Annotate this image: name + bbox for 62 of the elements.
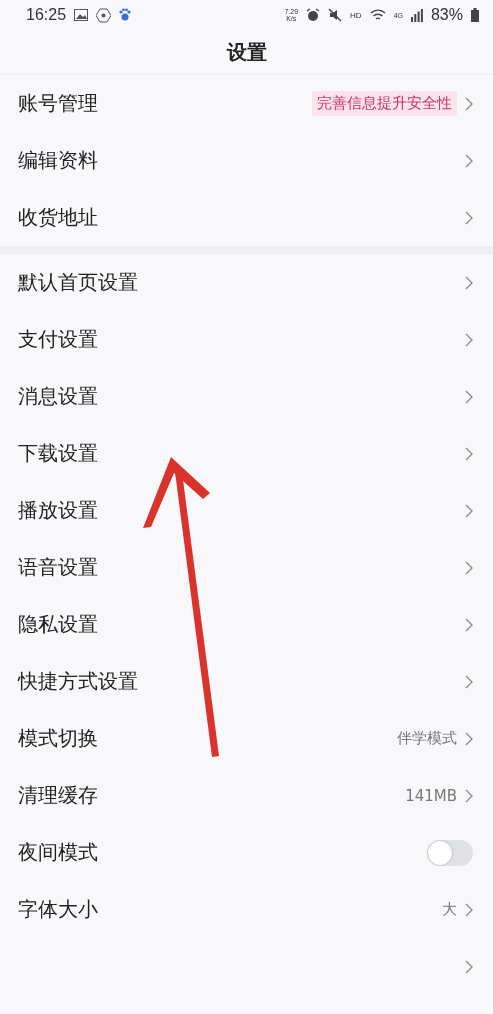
image-icon [74,9,89,21]
row-label: 清理缓存 [18,782,98,809]
settings-row[interactable]: 字体大小 大 [0,881,493,938]
row-label: 编辑资料 [18,147,98,174]
settings-row[interactable]: 收货地址 [0,189,493,246]
row-label: 快捷方式设置 [18,668,138,695]
chevron-right-icon [465,446,473,461]
settings-row[interactable]: 播放设置 [0,482,493,539]
security-hint-badge: 完善信息提升安全性 [312,91,457,116]
settings-row[interactable]: 模式切换 伴学模式 [0,710,493,767]
row-label: 语音设置 [18,554,98,581]
row-label: 默认首页设置 [18,269,138,296]
chevron-right-icon [465,332,473,347]
row-label: 账号管理 [18,90,98,117]
chevron-right-icon [465,210,473,225]
settings-row[interactable]: 消息设置 [0,368,493,425]
chevron-right-icon [465,674,473,689]
row-label: 消息设置 [18,383,98,410]
alarm-icon [306,8,321,22]
settings-row[interactable]: 快捷方式设置 [0,653,493,710]
settings-row[interactable]: 隐私设置 [0,596,493,653]
row-label: 夜间模式 [18,839,98,866]
battery-percent: 83% [430,6,463,24]
row-label: 下载设置 [18,440,98,467]
chevron-right-icon [465,96,473,111]
row-label: 支付设置 [18,326,98,353]
settings-row[interactable]: 默认首页设置 [0,254,493,311]
row-label: 字体大小 [18,896,98,923]
settings-row[interactable]: 编辑资料 [0,132,493,189]
chevron-right-icon [465,617,473,632]
chevron-right-icon [465,902,473,917]
chevron-right-icon [465,959,473,974]
wifi-icon [369,8,386,22]
chevron-right-icon [465,788,473,803]
chevron-right-icon [465,503,473,518]
chevron-right-icon [465,153,473,168]
paw-icon [119,8,132,22]
signal-icon [410,8,423,22]
row-value: 大 [442,900,457,919]
chevron-right-icon [465,731,473,746]
chevron-right-icon [465,275,473,290]
page-title: 设置 [226,38,267,66]
row-value: 伴学模式 [397,729,457,748]
chevron-right-icon [465,560,473,575]
toggle-switch[interactable] [427,839,473,866]
row-label: 模式切换 [18,725,98,752]
settings-row[interactable]: 夜间模式 [0,824,493,881]
battery-icon [471,8,479,22]
hd-label: HD [350,10,362,20]
row-label: 收货地址 [18,204,98,231]
chevron-right-icon [465,389,473,404]
settings-row[interactable]: 支付设置 [0,311,493,368]
row-label: 播放设置 [18,497,98,524]
settings-row[interactable]: 账号管理 完善信息提升安全性 [0,75,493,132]
settings-row[interactable]: 语音设置 [0,539,493,596]
row-value: 141MB [405,786,457,805]
settings-row[interactable]: 下载设置 [0,425,493,482]
target-icon [96,7,112,23]
row-label: 隐私设置 [18,611,98,638]
settings-row[interactable]: 清理缓存 141MB [0,767,493,824]
time: 16:25 [26,6,67,24]
mute-icon [328,8,343,22]
